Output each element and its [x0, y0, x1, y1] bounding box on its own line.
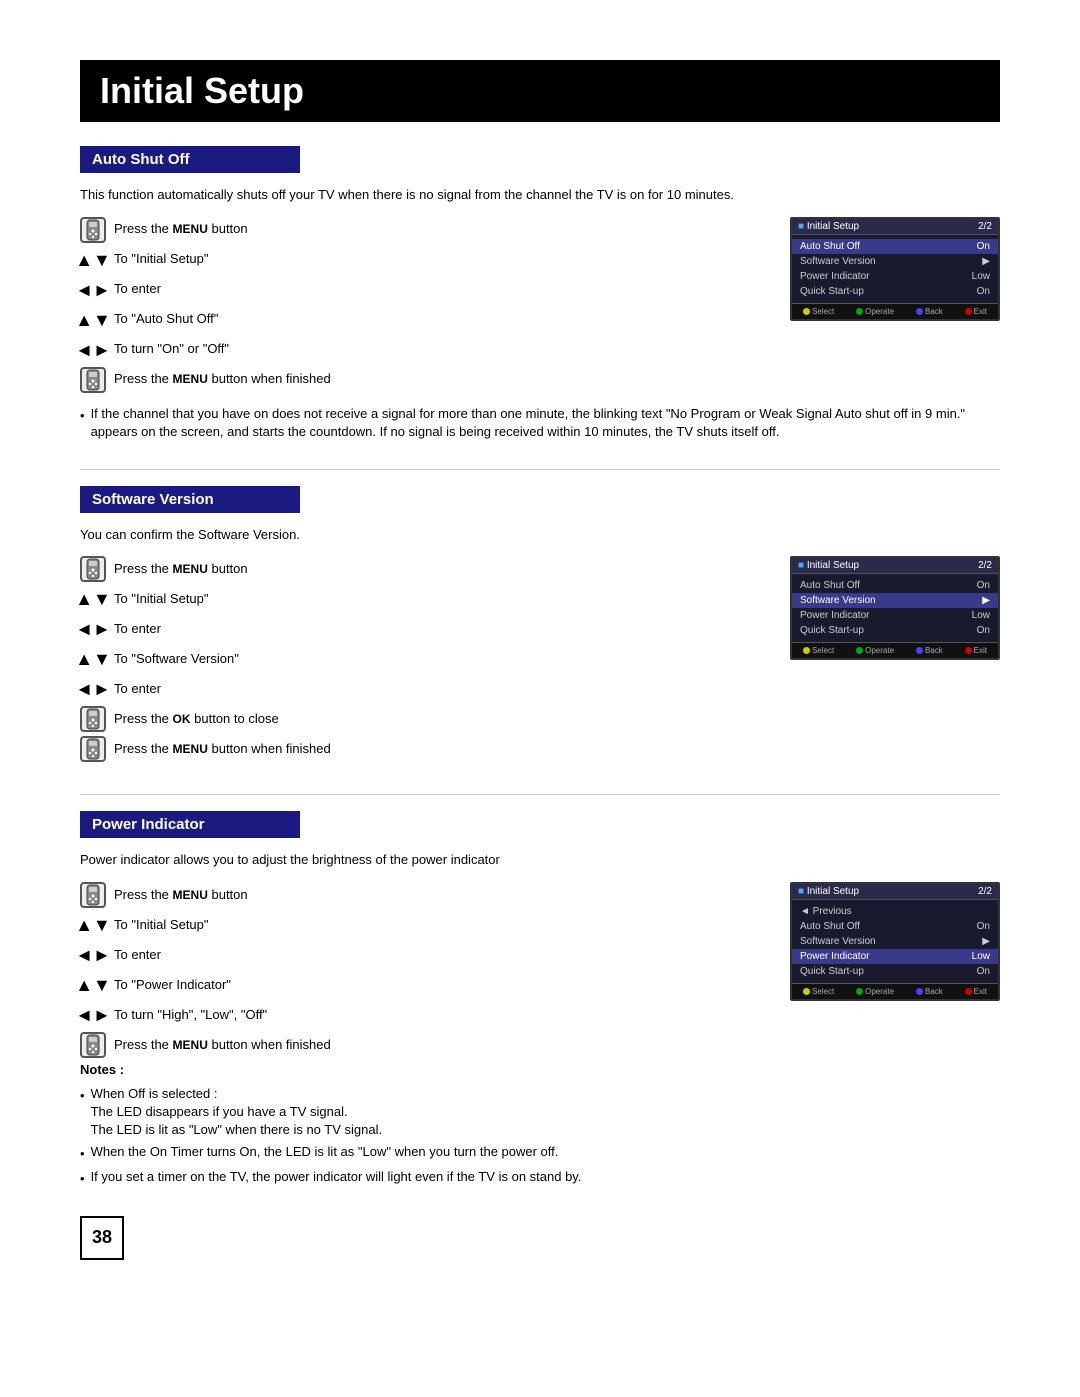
page-title: Initial Setup — [80, 60, 1000, 122]
bullet-dot: • — [80, 1087, 85, 1140]
step-text: To "Software Version" — [114, 650, 239, 668]
bullet-dot: • — [80, 407, 85, 441]
section-header-software-version: Software Version — [80, 486, 300, 513]
tv-screen-mockup: ■ Initial Setup2/2◄ PreviousAuto Shut Of… — [790, 882, 1000, 1001]
section-auto-shut-off: Auto Shut Off This function automatically… — [80, 146, 1000, 441]
note-item: • When the On Timer turns On, the LED is … — [80, 1143, 1000, 1163]
step-row: ▲▼To "Initial Setup" — [80, 586, 766, 612]
notes-list: •When Off is selected : The LED disappea… — [80, 1085, 1000, 1188]
step-text: To "Power Indicator" — [114, 976, 231, 994]
step-text: To "Auto Shut Off" — [114, 310, 218, 328]
step-row: ▲▼To "Software Version" — [80, 646, 766, 672]
note-text: When Off is selected : The LED disappear… — [91, 1085, 383, 1140]
steps-power-indicator: Press the MENU button ▲▼To "Initial Setup… — [80, 882, 766, 1062]
step-row: Press the OK button to close — [80, 706, 766, 732]
step-text: To turn "High", "Low", "Off" — [114, 1006, 267, 1024]
bullet-dot: • — [80, 1170, 85, 1188]
step-text: To enter — [114, 680, 161, 698]
step-row: Press the MENU button — [80, 217, 766, 243]
page-number: 38 — [80, 1216, 124, 1260]
step-text: To enter — [114, 620, 161, 638]
step-row: Press the MENU button when finished — [80, 367, 766, 393]
step-row: ▲▼To "Power Indicator" — [80, 972, 766, 998]
steps-auto-shut-off: Press the MENU button ▲▼To "Initial Setup… — [80, 217, 766, 397]
note-item: • If you set a timer on the TV, the power… — [80, 1168, 1000, 1188]
step-row: ▲▼To "Initial Setup" — [80, 247, 766, 273]
note-text: If you set a timer on the TV, the power … — [91, 1168, 582, 1188]
step-text: To enter — [114, 946, 161, 964]
step-text: To "Initial Setup" — [114, 590, 209, 608]
section-software-version: Software Version You can confirm the Soft… — [80, 486, 1000, 767]
step-row: ◄►To enter — [80, 676, 766, 702]
step-row: ▲▼To "Auto Shut Off" — [80, 307, 766, 333]
step-text: To enter — [114, 280, 161, 298]
step-row: Press the MENU button — [80, 882, 766, 908]
section-header-auto-shut-off: Auto Shut Off — [80, 146, 300, 173]
step-row: ◄►To enter — [80, 616, 766, 642]
step-text: To "Initial Setup" — [114, 250, 209, 268]
section-power-indicator: Power Indicator Power indicator allows yo… — [80, 811, 1000, 1187]
notes-list: •If the channel that you have on does no… — [80, 405, 1000, 441]
step-text: To turn "On" or "Off" — [114, 340, 229, 358]
tv-screen-mockup: ■ Initial Setup2/2Auto Shut OffOnSoftwar… — [790, 217, 1000, 321]
step-text: Press the MENU button when finished — [114, 1036, 331, 1054]
note-item: •If the channel that you have on does no… — [80, 405, 1000, 441]
step-row: Press the MENU button when finished — [80, 1032, 766, 1058]
note-text: If the channel that you have on does not… — [91, 405, 1000, 441]
notes-label: Notes : — [80, 1062, 1000, 1077]
step-row: ◄►To enter — [80, 277, 766, 303]
section-desc-software-version: You can confirm the Software Version. — [80, 525, 1000, 545]
step-row: ◄►To turn "On" or "Off" — [80, 337, 766, 363]
step-row: ▲▼To "Initial Setup" — [80, 912, 766, 938]
step-text: To "Initial Setup" — [114, 916, 209, 934]
step-text: Press the OK button to close — [114, 710, 279, 728]
note-text: When the On Timer turns On, the LED is l… — [91, 1143, 559, 1163]
section-desc-power-indicator: Power indicator allows you to adjust the… — [80, 850, 1000, 870]
step-row: ◄►To enter — [80, 942, 766, 968]
section-desc-auto-shut-off: This function automatically shuts off yo… — [80, 185, 1000, 205]
step-row: ◄►To turn "High", "Low", "Off" — [80, 1002, 766, 1028]
step-text: Press the MENU button — [114, 560, 248, 578]
step-text: Press the MENU button when finished — [114, 740, 331, 758]
note-item: •When Off is selected : The LED disappea… — [80, 1085, 1000, 1140]
bullet-dot: • — [80, 1145, 85, 1163]
step-text: Press the MENU button — [114, 886, 248, 904]
step-row: Press the MENU button when finished — [80, 736, 766, 762]
tv-screen-mockup: ■ Initial Setup2/2Auto Shut OffOnSoftwar… — [790, 556, 1000, 660]
step-text: Press the MENU button — [114, 220, 248, 238]
step-row: Press the MENU button — [80, 556, 766, 582]
step-text: Press the MENU button when finished — [114, 370, 331, 388]
steps-software-version: Press the MENU button ▲▼To "Initial Setup… — [80, 556, 766, 766]
section-header-power-indicator: Power Indicator — [80, 811, 300, 838]
